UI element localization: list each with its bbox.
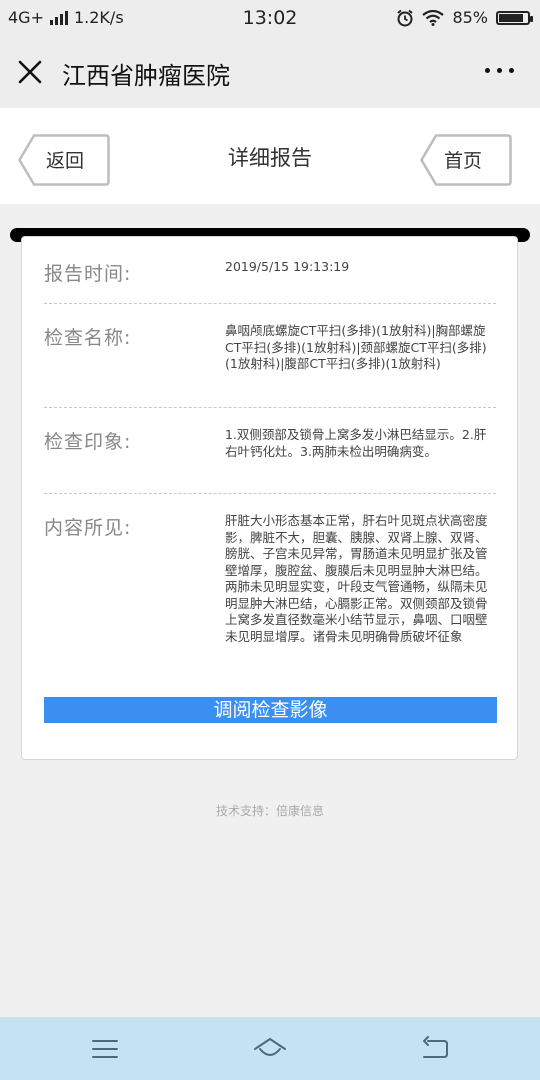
system-nav-bar [0, 1017, 540, 1080]
divider [44, 407, 496, 408]
divider [44, 493, 496, 494]
battery-icon [496, 10, 533, 25]
exam-impression-value: 1.双侧颈部及锁骨上窝多发小淋巴结显示。2.肝右叶钙化灶。3.两肺未检出明确病变… [225, 427, 487, 459]
menu-icon[interactable] [90, 1035, 120, 1063]
exam-name-label: 检查名称: [44, 327, 132, 349]
alarm-icon [397, 9, 414, 26]
page-title: 江西省肿瘤医院 [62, 62, 230, 90]
close-icon[interactable] [16, 58, 44, 86]
report-card: 报告时间: 2019/5/15 19:13:19 检查名称: 鼻咽颅底螺旋CT平… [21, 236, 518, 760]
home-icon[interactable] [252, 1035, 288, 1063]
report-time-value: 2019/5/15 19:13:19 [225, 259, 350, 274]
battery-percent: 85% [452, 8, 488, 27]
divider [44, 303, 496, 304]
status-right: 85% [396, 8, 533, 27]
title-bar: 江西省肿瘤医院 [0, 36, 540, 108]
exam-impression-label: 检查印象: [44, 431, 132, 453]
wifi-icon [422, 9, 445, 26]
home-button-label: 首页 [444, 150, 483, 172]
report-time-label: 报告时间: [44, 263, 132, 285]
exam-name-value: 鼻咽颅底螺旋CT平扫(多排)(1放射科)|胸部螺旋CT平扫(多排)(1放射科)|… [225, 323, 487, 371]
battery-fill [499, 13, 523, 22]
view-images-button[interactable]: 调阅检查影像 [44, 697, 497, 723]
tech-support-footer: 技术支持：倍康信息 [215, 804, 324, 818]
findings-label: 内容所见: [44, 517, 132, 539]
more-options-icon[interactable] [485, 68, 514, 73]
status-bar: 4G+ 1.2K/s 13:02 85% [0, 0, 540, 36]
back-icon[interactable] [420, 1035, 450, 1063]
home-button[interactable]: 首页 [420, 134, 512, 186]
findings-value: 肝脏大小形态基本正常，肝右叶见斑点状高密度影，脾脏不大，胆囊、胰腺、双肾上腺、双… [225, 513, 488, 644]
sub-header: 返回 详细报告 首页 [0, 108, 540, 204]
